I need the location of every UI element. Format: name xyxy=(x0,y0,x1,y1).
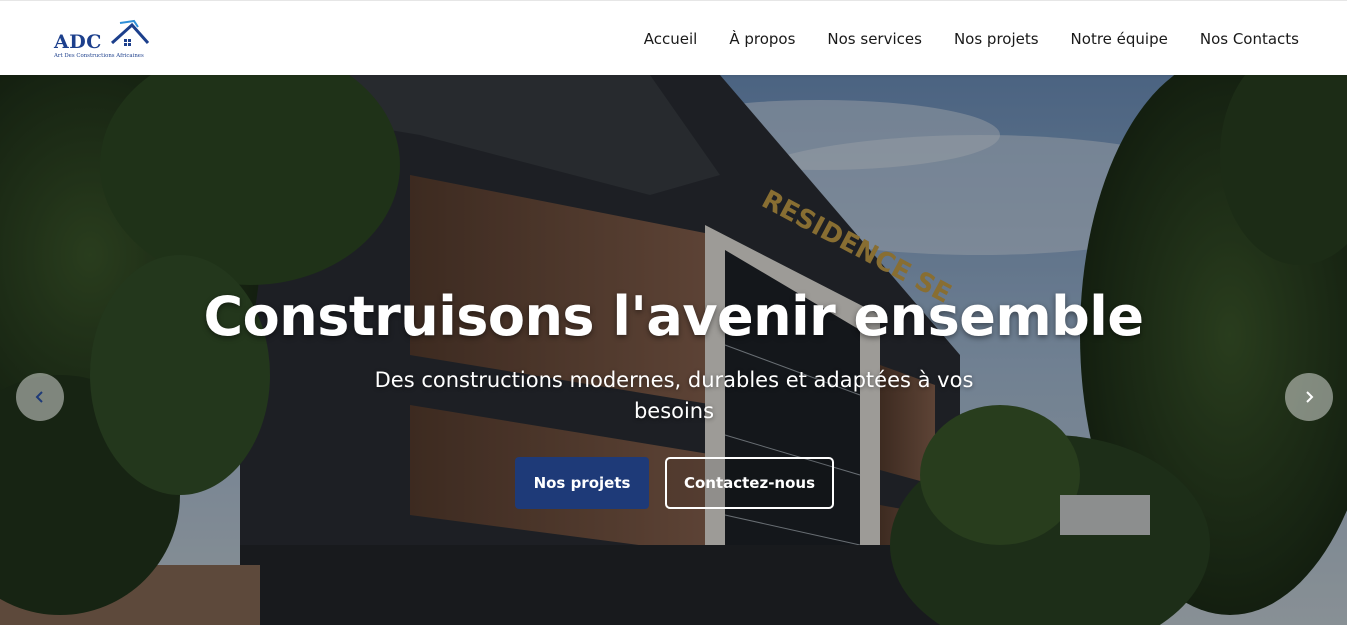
nav-nos-contacts[interactable]: Nos Contacts xyxy=(1200,30,1299,48)
chevron-left-icon xyxy=(35,391,43,403)
chevron-right-icon xyxy=(1306,391,1314,403)
nav-notre-equipe[interactable]: Notre équipe xyxy=(1071,30,1168,48)
brand-logo[interactable]: ADC Art Des Constructions Africaines xyxy=(52,17,152,63)
house-roof-icon xyxy=(110,19,150,46)
hero-overlay xyxy=(0,75,1347,625)
nav-nos-projets[interactable]: Nos projets xyxy=(954,30,1039,48)
hero-subtitle: Des constructions modernes, durables et … xyxy=(374,368,974,423)
nav-a-propos[interactable]: À propos xyxy=(729,30,795,48)
site-header: ADC Art Des Constructions Africaines Acc… xyxy=(0,0,1347,75)
carousel-next-button[interactable] xyxy=(1285,373,1333,421)
nav-nos-services[interactable]: Nos services xyxy=(827,30,922,48)
hero-carousel: RESIDENCE SE Construisons l'avenir ensem… xyxy=(0,75,1347,625)
contactez-nous-button[interactable]: Contactez-nous xyxy=(665,457,834,509)
logo-text: ADC xyxy=(54,31,102,53)
carousel-prev-button[interactable] xyxy=(16,373,64,421)
nos-projets-button[interactable]: Nos projets xyxy=(515,457,649,509)
hero-title: Construisons l'avenir ensemble xyxy=(203,285,1144,348)
nav-accueil[interactable]: Accueil xyxy=(644,30,698,48)
logo-tagline: Art Des Constructions Africaines xyxy=(54,53,144,59)
main-nav: Accueil À propos Nos services Nos projet… xyxy=(612,1,1299,76)
